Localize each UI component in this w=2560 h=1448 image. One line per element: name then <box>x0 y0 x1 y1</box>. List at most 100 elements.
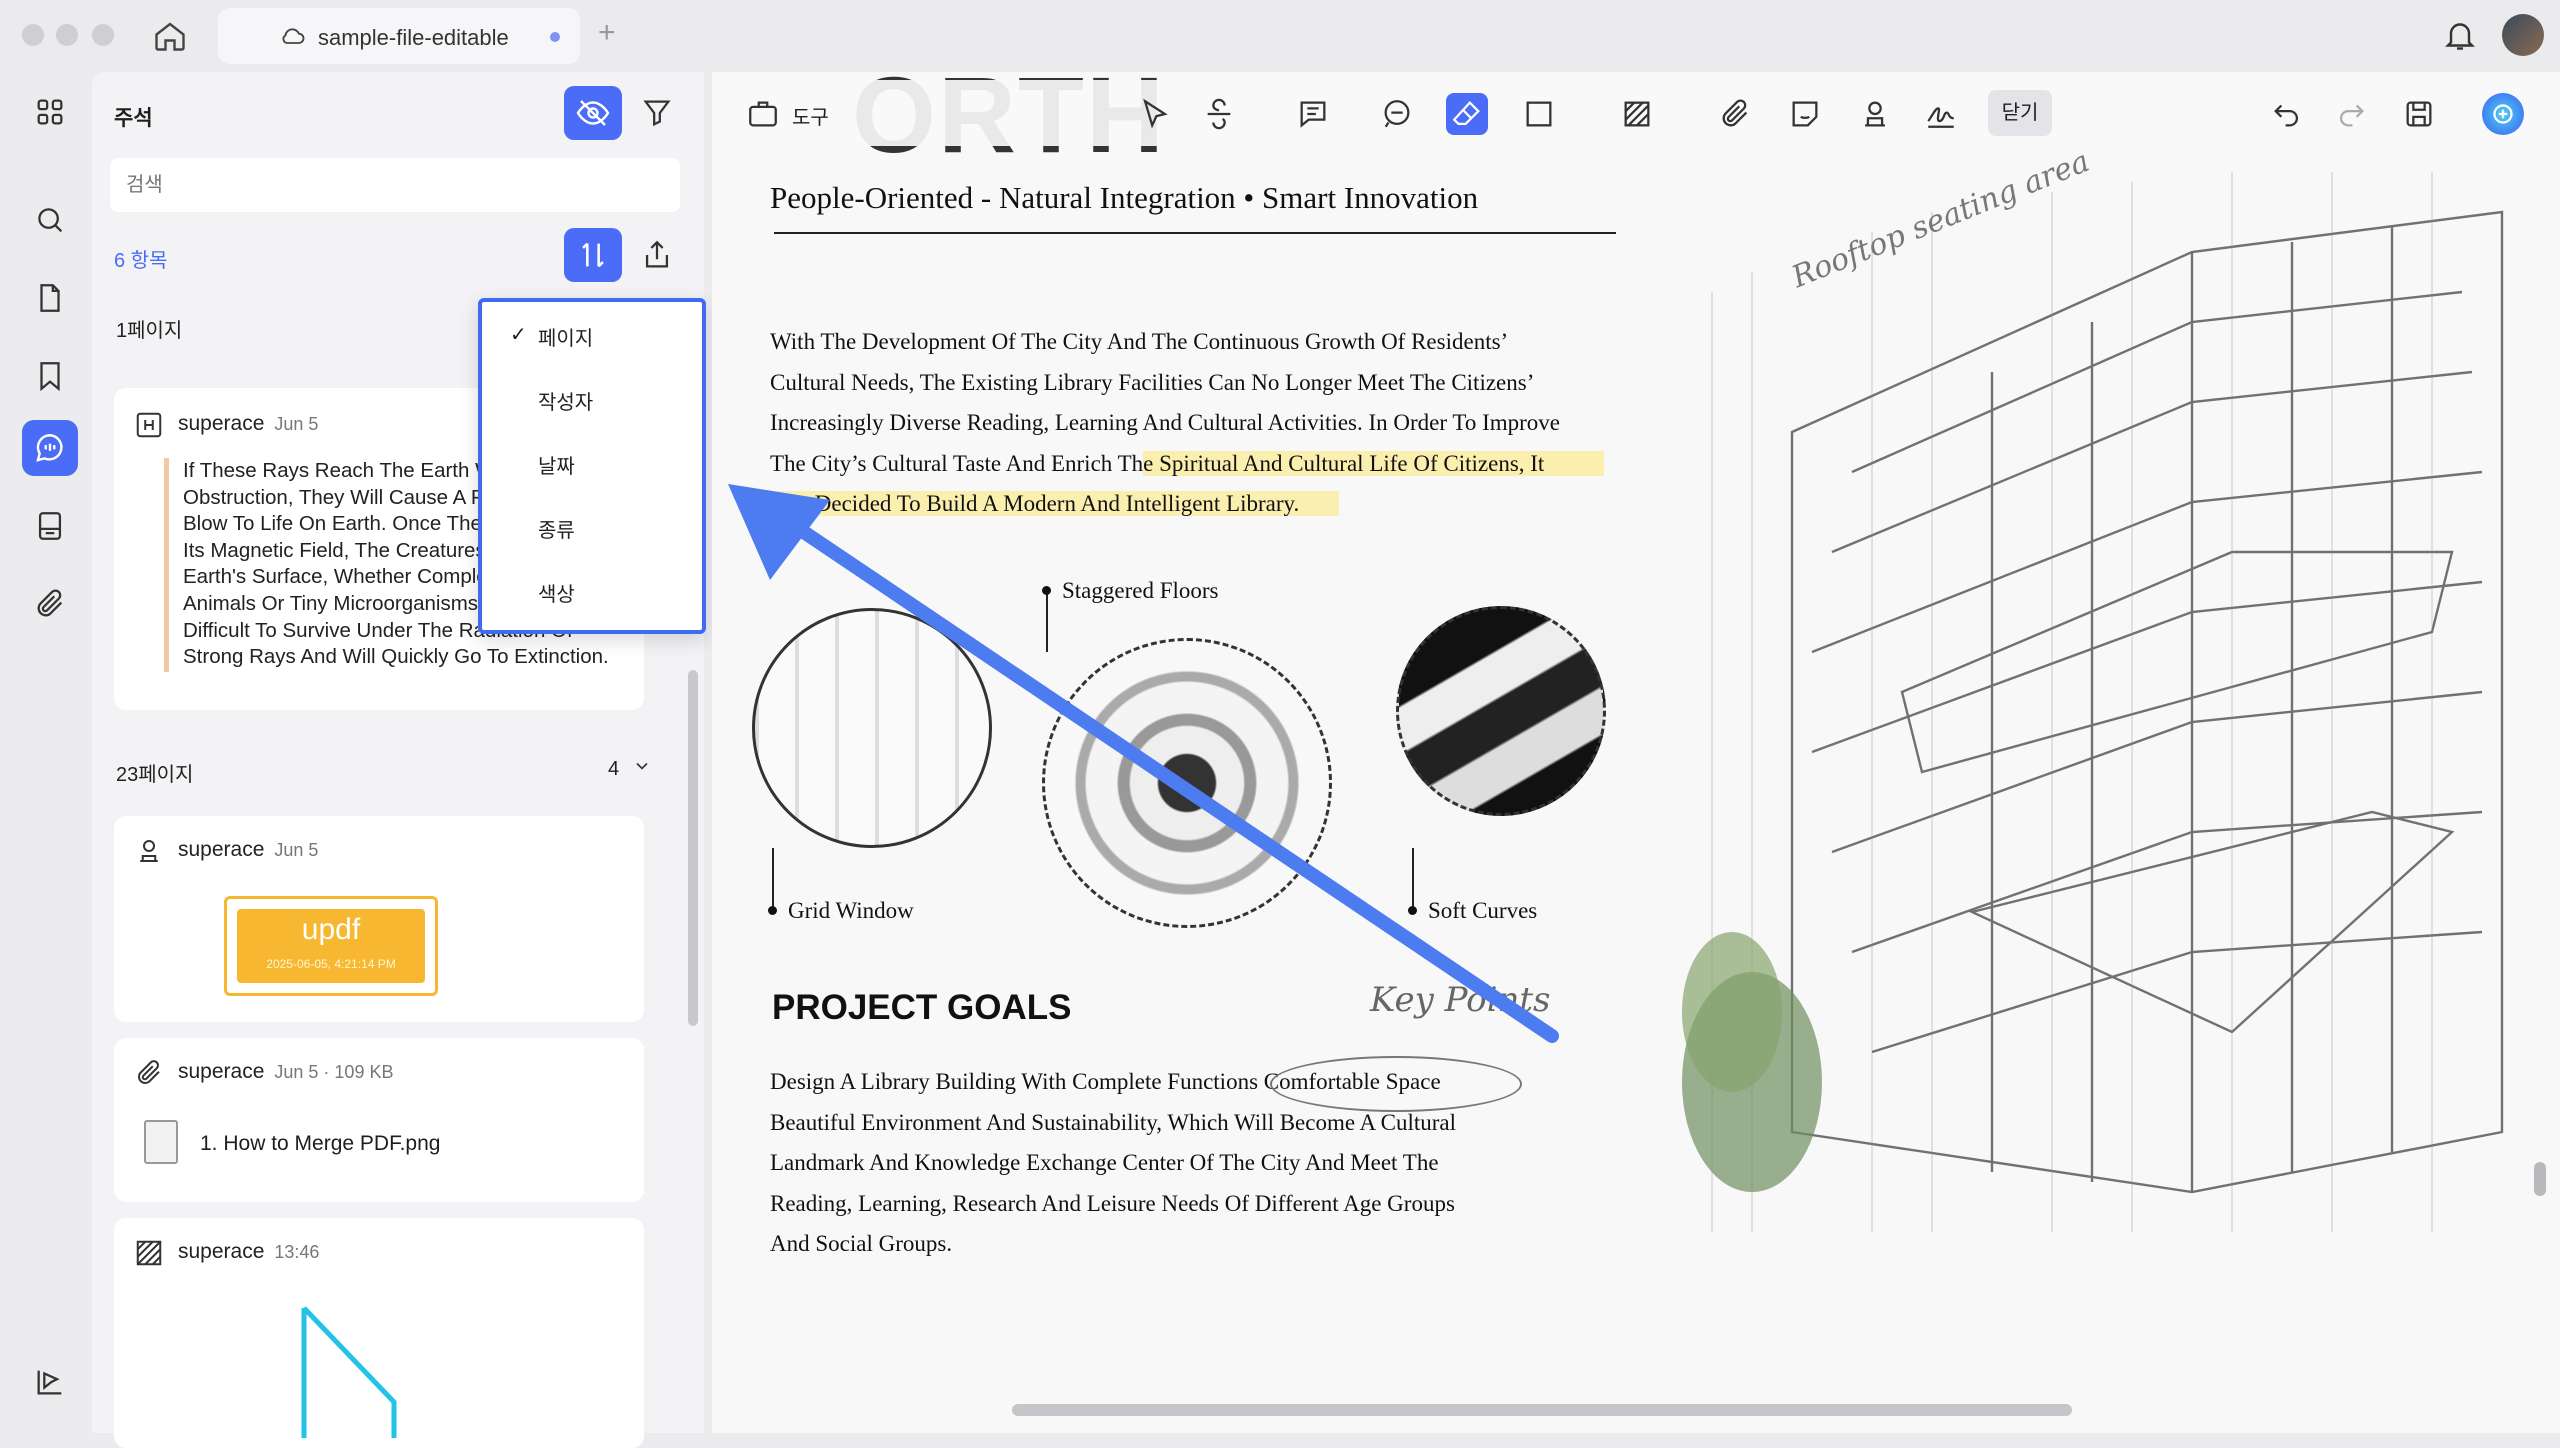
sort-option-page[interactable]: 페이지 <box>538 322 593 351</box>
sidebar-scrollbar[interactable] <box>688 670 698 1026</box>
sticker-icon[interactable] <box>1784 93 1826 135</box>
paperclip-icon[interactable] <box>1714 93 1756 135</box>
document-subtitle: People-Oriented - Natural Integration • … <box>770 180 1479 215</box>
ai-assistant-icon[interactable] <box>2482 93 2524 135</box>
sort-option-author[interactable]: 작성자 <box>538 386 593 415</box>
author-name: superace <box>178 838 265 861</box>
tab-title: sample-file-editable <box>318 25 509 50</box>
textbox-icon <box>134 410 164 440</box>
shape-preview <box>301 1306 397 1438</box>
bookmark-icon[interactable] <box>22 348 78 404</box>
redo-icon[interactable] <box>2330 93 2372 135</box>
comment-icon[interactable] <box>1376 93 1418 135</box>
horizontal-scrollbar[interactable] <box>1012 1404 2072 1416</box>
close-toolbar-button[interactable]: 닫기 <box>1988 90 2052 136</box>
signature-icon[interactable] <box>1920 93 1962 135</box>
file-name[interactable]: 1. How to Merge PDF.png <box>200 1132 440 1156</box>
stamp-text: updf <box>301 913 361 946</box>
card-author: superace Jun 5 <box>178 412 318 436</box>
stamp-date: 2025-06-05, 4:21:14 PM <box>266 957 396 971</box>
para-line: Landmark And Knowledge Exchange Center O… <box>770 1150 1439 1176</box>
group-count: 4 <box>608 758 620 780</box>
minimize-window-button[interactable] <box>56 24 78 46</box>
png-file-icon <box>144 1120 178 1164</box>
rectangle-icon[interactable] <box>1518 93 1560 135</box>
avatar[interactable] <box>2502 14 2544 56</box>
bell-icon[interactable] <box>2442 16 2478 59</box>
save-icon[interactable] <box>2398 93 2440 135</box>
cloud-icon <box>278 22 308 55</box>
para-line: Cultural Needs, The Existing Library Fac… <box>770 369 1535 395</box>
author-name: superace <box>178 1240 265 1263</box>
arrow-annotation[interactable] <box>700 470 1580 1050</box>
form-icon[interactable] <box>22 498 78 554</box>
hide-annotations-button[interactable] <box>564 86 622 140</box>
comments-icon[interactable] <box>22 420 78 476</box>
search-icon[interactable] <box>22 192 78 248</box>
panel-title: 주석 <box>114 107 153 130</box>
paperclip-icon <box>134 1058 164 1088</box>
home-icon[interactable] <box>152 18 188 59</box>
undo-icon[interactable] <box>2266 93 2308 135</box>
card-date: Jun 5 · 109 KB <box>274 1062 394 1082</box>
para-line: Reading, Learning, Research And Leisure … <box>770 1190 1455 1216</box>
author-name: superace <box>178 1060 265 1083</box>
goals-paragraph: Design A Library Building With Complete … <box>770 1062 1670 1265</box>
stamp-preview: updf 2025-06-05, 4:21:14 PM <box>224 896 438 996</box>
thumbnails-icon[interactable] <box>22 84 78 140</box>
card-date: Jun 5 <box>274 414 319 434</box>
para-line: Design A Library Building With Complete … <box>770 1069 1441 1094</box>
search-input[interactable] <box>110 158 680 212</box>
sort-option-color[interactable]: 색상 <box>538 578 575 607</box>
sort-menu: ✓ 페이지 작성자 날짜 종류 색상 <box>478 298 706 634</box>
para-line: And Social Groups. <box>770 1231 953 1257</box>
chevron-down-icon[interactable] <box>632 756 652 781</box>
select-pointer-icon[interactable] <box>1134 93 1176 135</box>
close-window-button[interactable] <box>22 24 44 46</box>
vertical-scrollbar[interactable] <box>2534 1162 2546 1196</box>
stamp-icon[interactable] <box>1854 93 1896 135</box>
card-author: superace Jun 5 <box>178 838 318 862</box>
ellipse-annotation[interactable] <box>1270 1056 1522 1112</box>
page-group-23[interactable]: 23페이지 <box>116 758 193 787</box>
tools-label[interactable]: 도구 <box>792 101 829 130</box>
sort-option-type[interactable]: 종류 <box>538 514 575 543</box>
unsaved-dot <box>550 32 560 42</box>
card-date: 13:46 <box>274 1242 320 1262</box>
sort-option-date[interactable]: 날짜 <box>538 450 575 479</box>
annotation-card-stamp[interactable]: superace Jun 5 updf 2025-06-05, 4:21:14 P… <box>114 816 644 1022</box>
layers-icon[interactable] <box>22 1354 78 1410</box>
strikethrough-icon[interactable] <box>1198 93 1240 135</box>
toolbox-icon[interactable] <box>742 93 784 135</box>
sort-button[interactable] <box>564 228 622 282</box>
author-name: superace <box>178 412 265 435</box>
card-author: superace 13:46 <box>178 1240 319 1264</box>
export-icon[interactable] <box>628 228 686 282</box>
subtitle-rule <box>774 232 1616 234</box>
area-hatch-icon[interactable] <box>1616 93 1658 135</box>
annotation-card-file[interactable]: superace Jun 5 · 109 KB 1. How to Merge P… <box>114 1038 644 1202</box>
title-bar: sample-file-editable + <box>0 0 2560 72</box>
attachment-icon[interactable] <box>22 576 78 632</box>
zoom-window-button[interactable] <box>92 24 114 46</box>
new-tab-button[interactable]: + <box>598 16 616 50</box>
page-group-1[interactable]: 1페이지 <box>116 314 182 343</box>
check-icon: ✓ <box>510 324 527 346</box>
card-date: Jun 5 <box>274 840 319 860</box>
annotation-toolbar: 도구 닫기 <box>722 80 2142 146</box>
stamp-icon <box>134 836 164 866</box>
hatch-icon <box>134 1238 164 1268</box>
pages-icon[interactable] <box>22 270 78 326</box>
left-rail <box>0 72 92 1433</box>
para-line: Increasingly Diverse Reading, Learning A… <box>770 410 1560 436</box>
annotation-card-shape[interactable]: superace 13:46 <box>114 1218 644 1448</box>
card-author: superace Jun 5 · 109 KB <box>178 1060 393 1084</box>
para-line: With The Development Of The City And The… <box>770 329 1509 354</box>
para-line: Beautiful Environment And Sustainability… <box>770 1109 1457 1135</box>
history-toolbar <box>2252 80 2542 146</box>
document-tab[interactable]: sample-file-editable <box>218 8 580 64</box>
building-illustration <box>1682 172 2504 1232</box>
filter-icon[interactable] <box>628 86 686 140</box>
text-comment-icon[interactable] <box>1292 93 1334 135</box>
eraser-icon[interactable] <box>1446 93 1488 135</box>
